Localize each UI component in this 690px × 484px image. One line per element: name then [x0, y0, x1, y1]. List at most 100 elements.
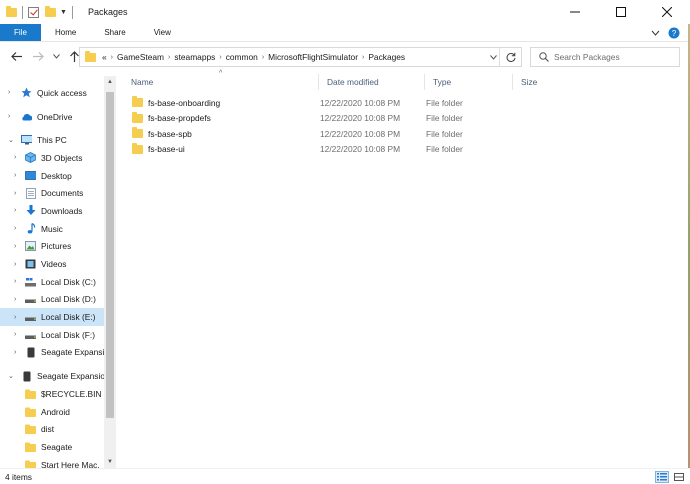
sidebar-item-label: $RECYCLE.BIN — [41, 388, 102, 399]
expand-chevron-icon[interactable]: › — [14, 296, 16, 303]
file-list: ^ Name Date modified Type Size fs-base-o… — [123, 70, 690, 468]
file-row[interactable]: fs-base-ui 12/22/2020 10:08 PM File fold… — [132, 142, 518, 157]
customize-toolbar-dropdown-icon[interactable]: ▼ — [60, 9, 67, 16]
breadcrumb-microsoftflightsimulator[interactable]: MicrosoftFlightSimulator — [268, 52, 358, 62]
file-row[interactable]: fs-base-propdefs 12/22/2020 10:08 PM Fil… — [132, 111, 518, 126]
expand-chevron-icon[interactable]: › — [14, 172, 16, 179]
file-row[interactable]: fs-base-onboarding 12/22/2020 10:08 PM F… — [132, 95, 518, 110]
folder-icon — [132, 96, 143, 108]
star-icon — [21, 87, 32, 98]
forward-arrow-icon — [32, 52, 44, 61]
sidebar-item-pictures[interactable]: › Pictures — [0, 238, 104, 256]
cube-icon — [25, 152, 36, 164]
properties-check-icon[interactable] — [28, 6, 39, 18]
breadcrumb-packages[interactable]: Packages — [368, 52, 405, 62]
search-box[interactable] — [530, 47, 680, 67]
system-drive-icon — [25, 276, 36, 287]
sidebar-item-seagate-expansion-root[interactable]: ⌄ Seagate Expansion — [0, 367, 104, 385]
sidebar-item-recycle-bin[interactable]: $RECYCLE.BIN — [0, 385, 104, 403]
expand-chevron-icon[interactable]: › — [14, 278, 16, 285]
expand-chevron-icon[interactable]: › — [14, 243, 16, 250]
navigation-pane: › Quick access › OneDrive ⌄ This PC › 3D… — [0, 76, 118, 468]
sidebar-item-3d-objects[interactable]: › 3D Objects — [0, 149, 104, 167]
expand-chevron-icon[interactable]: › — [8, 113, 10, 120]
tab-share[interactable]: Share — [90, 24, 139, 41]
breadcrumb-separator-icon[interactable]: › — [111, 54, 113, 61]
window-title: Packages — [87, 7, 128, 17]
window-controls — [552, 0, 690, 24]
sidebar-item-quick-access[interactable]: › Quick access — [0, 84, 104, 102]
address-history-dropdown[interactable] — [486, 48, 497, 66]
recent-locations-button[interactable] — [48, 49, 64, 65]
refresh-button[interactable] — [499, 48, 521, 66]
folder-icon — [25, 388, 36, 399]
expand-ribbon-chevron-icon[interactable] — [651, 30, 660, 36]
tab-view[interactable]: View — [140, 24, 185, 41]
document-icon — [25, 187, 36, 199]
large-icons-view-button[interactable] — [672, 471, 686, 483]
breadcrumb-separator-icon[interactable]: › — [219, 54, 221, 61]
maximize-button[interactable] — [598, 0, 644, 24]
minimize-button[interactable] — [552, 0, 598, 24]
tab-home[interactable]: Home — [41, 24, 90, 41]
expand-chevron-icon[interactable]: › — [14, 207, 16, 214]
expand-chevron-icon[interactable]: › — [8, 89, 10, 96]
new-folder-icon[interactable] — [45, 5, 56, 17]
file-row[interactable]: fs-base-spb 12/22/2020 10:08 PM File fol… — [132, 126, 518, 141]
tab-file[interactable]: File — [0, 24, 41, 41]
search-input[interactable] — [554, 52, 674, 62]
sidebar-item-seagate[interactable]: Seagate — [0, 438, 104, 456]
sidebar-item-label: This PC — [37, 135, 67, 146]
sidebar-item-local-disk-f[interactable]: › Local Disk (F:) — [0, 326, 104, 344]
expand-chevron-icon[interactable]: › — [14, 331, 16, 338]
expand-chevron-icon[interactable]: › — [14, 261, 16, 268]
expand-chevron-icon[interactable]: › — [14, 314, 16, 321]
monitor-icon — [21, 135, 32, 146]
column-header-type[interactable]: Type — [425, 74, 513, 90]
column-header-size[interactable]: Size — [513, 74, 573, 90]
file-date-modified: 12/22/2020 10:08 PM — [320, 97, 401, 108]
breadcrumb-steamapps[interactable]: steamapps — [174, 52, 215, 62]
sidebar-item-dist[interactable]: dist — [0, 420, 104, 438]
expand-chevron-icon[interactable]: ⌄ — [8, 372, 14, 380]
sidebar-item-this-pc[interactable]: ⌄ This PC — [0, 131, 104, 149]
breadcrumb-separator-icon[interactable]: › — [362, 54, 364, 61]
sidebar-item-seagate-expansion[interactable]: › Seagate Expansion — [0, 344, 104, 362]
sidebar-item-desktop[interactable]: › Desktop — [0, 167, 104, 185]
sidebar-item-onedrive[interactable]: › OneDrive — [0, 108, 104, 126]
sidebar-item-local-disk-e[interactable]: › Local Disk (E:) — [0, 308, 104, 326]
sidebar-item-documents[interactable]: › Documents — [0, 184, 104, 202]
breadcrumb-common[interactable]: common — [226, 52, 258, 62]
breadcrumb-gamesteam[interactable]: GameSteam — [117, 52, 164, 62]
expand-chevron-icon[interactable]: ⌄ — [8, 136, 14, 144]
folder-icon — [25, 424, 36, 435]
scroll-down-arrow-icon[interactable]: ▼ — [104, 456, 116, 468]
sidebar-item-music[interactable]: › Music — [0, 220, 104, 238]
expand-chevron-icon[interactable]: › — [14, 154, 16, 161]
breadcrumb-separator-icon[interactable]: › — [168, 54, 170, 61]
expand-chevron-icon[interactable]: › — [14, 190, 16, 197]
file-name: fs-base-ui — [148, 144, 185, 155]
breadcrumb-separator-icon[interactable]: › — [262, 54, 264, 61]
column-header-date-modified[interactable]: Date modified — [319, 74, 425, 90]
forward-button[interactable] — [30, 49, 46, 65]
sidebar-item-local-disk-c[interactable]: › Local Disk (C:) — [0, 273, 104, 291]
expand-chevron-icon[interactable]: › — [14, 349, 16, 356]
close-button[interactable] — [644, 0, 690, 24]
sidebar-item-downloads[interactable]: › Downloads — [0, 202, 104, 220]
sidebar-item-videos[interactable]: › Videos — [0, 255, 104, 273]
address-bar[interactable]: « › GameSteam › steamapps › common › Mic… — [79, 47, 522, 67]
breadcrumb-overflow[interactable]: « — [102, 52, 107, 62]
details-view-button[interactable] — [655, 471, 669, 483]
sidebar-item-android[interactable]: Android — [0, 403, 104, 421]
details-view-icon — [657, 473, 667, 481]
sidebar-item-local-disk-d[interactable]: › Local Disk (D:) — [0, 291, 104, 309]
sidebar-item-start-here-mac[interactable]: Start Here Mac. — [0, 456, 104, 468]
help-icon[interactable]: ? — [668, 27, 680, 39]
sidebar-item-label: Local Disk (E:) — [41, 312, 96, 323]
sidebar-scrollbar-thumb[interactable] — [106, 92, 114, 418]
expand-chevron-icon[interactable]: › — [14, 225, 16, 232]
scroll-up-arrow-icon[interactable]: ▲ — [104, 76, 116, 88]
back-button[interactable] — [8, 49, 24, 65]
column-header-name[interactable]: Name — [123, 74, 319, 90]
